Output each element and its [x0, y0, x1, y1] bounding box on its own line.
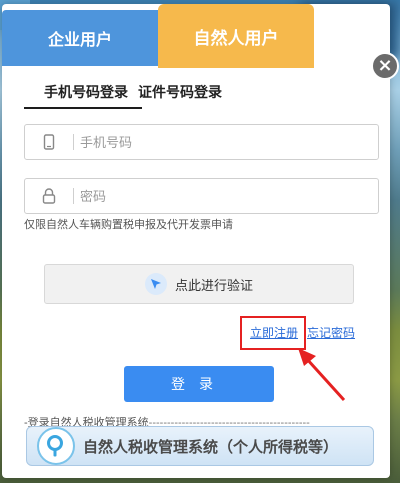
login-modal: 企业用户 自然人用户 手机号码登录 证件号码登录 仅限自然人车辆购置税申报及代开… — [2, 4, 390, 478]
personal-tax-system-button[interactable]: 自然人税收管理系统（个人所得税等） — [26, 426, 374, 466]
password-input[interactable] — [80, 188, 360, 204]
cursor-icon — [144, 273, 167, 295]
magnifier-icon — [37, 427, 75, 465]
login-method-tabs: 手机号码登录 证件号码登录 — [44, 82, 232, 102]
tab-id-login[interactable]: 证件号码登录 — [138, 82, 222, 102]
close-button[interactable]: × — [371, 52, 399, 80]
verify-label: 点此进行验证 — [174, 277, 253, 293]
active-tab-underline — [24, 107, 142, 109]
tab-phone-login[interactable]: 手机号码登录 — [44, 82, 128, 102]
field-separator — [73, 134, 74, 150]
usage-hint: 仅限自然人车辆购置税申报及代开发票申请 — [24, 219, 233, 231]
forgot-password-link[interactable]: 忘记密码 — [307, 324, 355, 341]
phone-input[interactable] — [80, 134, 360, 150]
tab-enterprise-user[interactable]: 企业用户 — [2, 10, 158, 66]
password-field[interactable] — [24, 178, 379, 214]
tab-natural-person-user[interactable]: 自然人用户 — [158, 4, 314, 68]
login-button[interactable]: 登录 — [124, 366, 274, 402]
phone-field[interactable] — [24, 124, 379, 160]
phone-icon — [25, 134, 73, 150]
system-button-label: 自然人税收管理系统（个人所得税等） — [83, 438, 339, 456]
verify-button[interactable]: 点此进行验证 — [44, 264, 354, 304]
red-arrow-icon — [298, 348, 346, 402]
field-separator — [73, 188, 74, 204]
lock-icon — [25, 188, 73, 204]
